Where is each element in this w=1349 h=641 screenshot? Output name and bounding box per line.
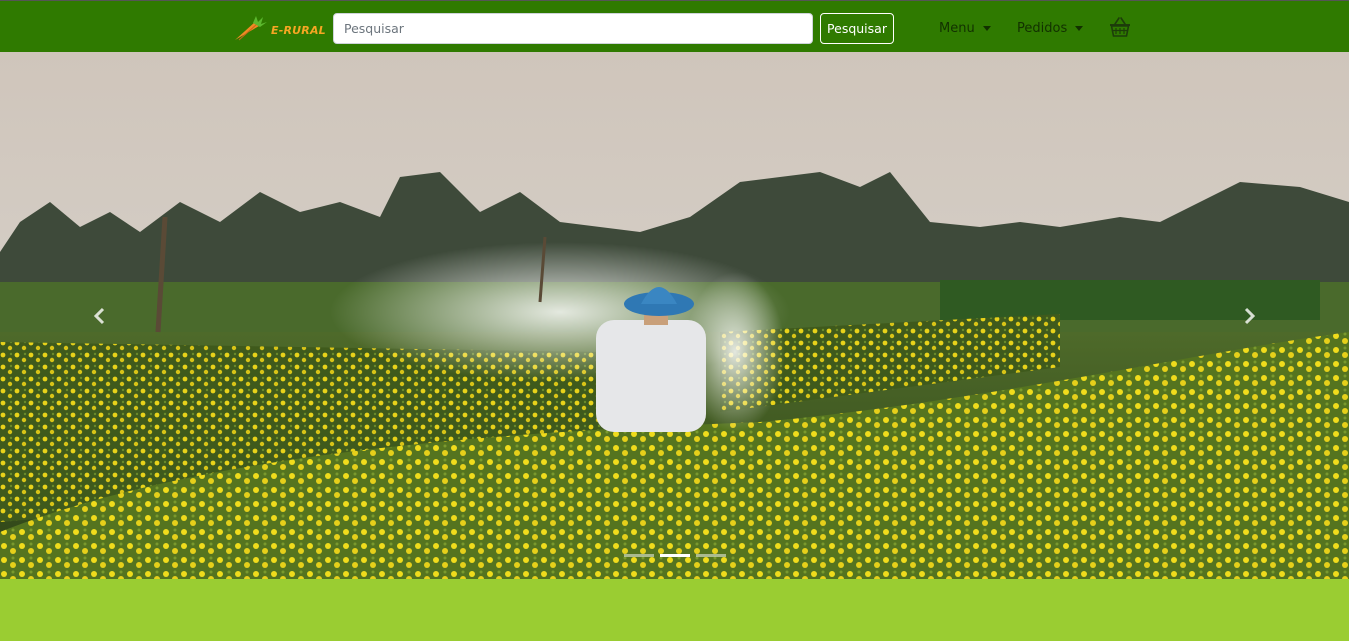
search-input[interactable] [333, 13, 813, 44]
carousel-indicator[interactable] [659, 554, 690, 557]
navbar: E-RURAL Pesquisar Menu Pedidos [0, 0, 1349, 52]
carousel-next-button[interactable] [1149, 52, 1349, 579]
brand-name: E-RURAL [271, 24, 326, 37]
carousel-indicator[interactable] [623, 554, 654, 557]
hero-carousel [0, 52, 1349, 579]
hero-farm-image [0, 52, 1349, 579]
carousel-indicator[interactable] [695, 554, 726, 557]
carousel-prev-button[interactable] [0, 52, 200, 579]
chevron-left-icon [93, 307, 105, 324]
chevron-down-icon [982, 25, 991, 31]
basket-icon [1110, 17, 1130, 37]
brand-logo[interactable]: E-RURAL [233, 14, 327, 42]
menu-label: Menu [939, 20, 975, 36]
menu-dropdown[interactable]: Menu [939, 18, 991, 38]
orders-dropdown[interactable]: Pedidos [1017, 18, 1084, 38]
orders-label: Pedidos [1017, 20, 1068, 36]
content-band [0, 579, 1349, 641]
cart-button[interactable] [1108, 15, 1132, 39]
carrot-logo-icon [235, 16, 267, 41]
search-button[interactable]: Pesquisar [820, 13, 894, 44]
chevron-right-icon [1244, 307, 1256, 324]
carousel-indicators [0, 554, 1349, 560]
chevron-down-icon [1075, 25, 1084, 31]
